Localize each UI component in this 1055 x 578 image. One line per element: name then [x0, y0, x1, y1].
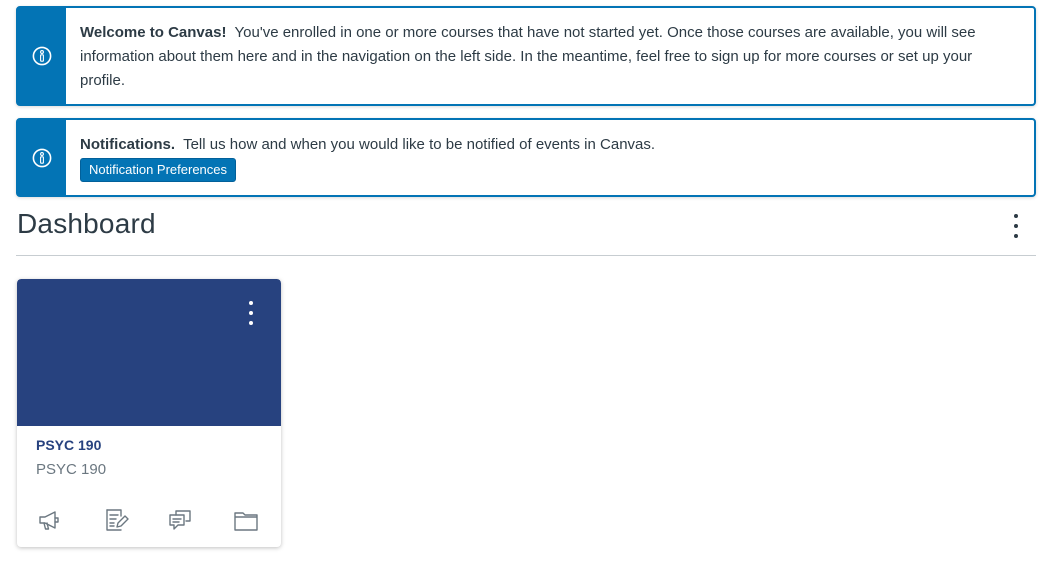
announcements-icon[interactable]	[37, 507, 65, 535]
files-icon[interactable]	[233, 507, 261, 535]
kebab-dot	[249, 301, 253, 305]
kebab-dot	[249, 311, 253, 315]
notifications-alert-message: Tell us how and when you would like to b…	[183, 136, 656, 153]
alert-icon-area	[18, 120, 66, 195]
dashboard-options-kebab-icon[interactable]	[1006, 212, 1026, 240]
course-card-name: PSYC 190	[36, 461, 107, 478]
kebab-dot	[1014, 214, 1018, 218]
welcome-alert-body: Welcome to Canvas! You've enrolled in on…	[66, 8, 1034, 104]
kebab-dot	[1014, 224, 1018, 228]
welcome-alert-title: Welcome to Canvas!	[80, 24, 227, 41]
discussions-icon[interactable]	[167, 507, 195, 535]
course-card-options-kebab-icon[interactable]	[247, 301, 255, 325]
info-icon	[32, 148, 52, 167]
course-card-hero[interactable]	[17, 279, 281, 426]
notifications-alert: Notifications. Tell us how and when you …	[16, 118, 1036, 197]
info-icon	[32, 46, 52, 66]
notification-preferences-button[interactable]: Notification Preferences	[80, 158, 237, 182]
alert-icon-area	[18, 8, 66, 104]
course-card-actions	[37, 507, 267, 535]
dashboard-header: Dashboard	[16, 206, 1036, 256]
dashboard-page: Welcome to Canvas! You've enrolled in on…	[0, 0, 1055, 578]
notifications-alert-title: Notifications.	[80, 136, 176, 153]
kebab-dot	[249, 321, 253, 325]
course-card[interactable]: PSYC 190 PSYC 190	[17, 279, 281, 547]
page-title: Dashboard	[17, 208, 156, 239]
welcome-alert: Welcome to Canvas! You've enrolled in on…	[16, 6, 1036, 106]
kebab-dot	[1014, 234, 1018, 238]
course-card-code-link[interactable]: PSYC 190	[36, 437, 101, 453]
notifications-alert-body: Notifications. Tell us how and when you …	[66, 120, 669, 195]
assignments-icon[interactable]	[103, 507, 131, 535]
